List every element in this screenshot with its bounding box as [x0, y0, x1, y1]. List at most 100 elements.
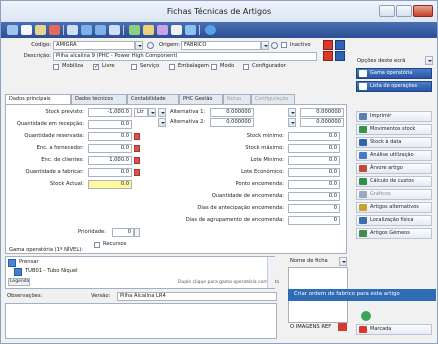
option-button[interactable]: Árvore artigo	[356, 163, 432, 174]
type-checkbox[interactable]	[93, 63, 99, 70]
mid-field-value[interactable]: 0.0	[288, 144, 340, 153]
origem-field[interactable]: FABRICO	[181, 41, 261, 50]
left-field-value[interactable]: 0.0	[88, 120, 132, 129]
origem-dropdown[interactable]	[261, 41, 269, 50]
option-button[interactable]: Gama operatória	[356, 68, 432, 79]
alternativa-value-2[interactable]: 0.000000	[300, 108, 344, 117]
alternativa-value-2[interactable]: 0.000000	[300, 118, 344, 127]
descricao-label: Descrição:	[23, 53, 51, 59]
gama-tree[interactable]: Prensar TUB01 - Tubo Níquel Legenda Dupl…	[5, 256, 279, 289]
image-delete-icon[interactable]	[338, 323, 347, 331]
marcada-button[interactable]: Marcada	[356, 324, 432, 335]
alternativa-dropdown[interactable]	[158, 108, 166, 117]
recursos-checkbox[interactable]	[94, 242, 100, 248]
type-checkbox[interactable]	[211, 64, 217, 70]
type-checkbox[interactable]	[243, 64, 249, 70]
left-field-value[interactable]: 1,000.0	[88, 156, 132, 165]
type-checkbox[interactable]	[169, 64, 175, 70]
tab-3[interactable]: PHC Gestão	[179, 94, 223, 104]
maximize-button[interactable]	[396, 5, 412, 17]
legend-button[interactable]: Legenda	[8, 278, 30, 286]
option-button[interactable]: Lista de operações	[356, 81, 432, 92]
mid-field-value[interactable]: 0.0	[288, 180, 340, 189]
calculator-icon[interactable]	[134, 145, 140, 152]
unit-field[interactable]: Ltr	[134, 108, 148, 117]
left-field-value[interactable]: 0.0	[88, 168, 132, 177]
close-button[interactable]	[413, 5, 433, 17]
alternativa-unit-dropdown[interactable]	[288, 118, 296, 127]
mid-field-value[interactable]: 0.0	[288, 192, 340, 201]
menu-icon[interactable]	[7, 25, 18, 35]
first-record-icon[interactable]	[67, 25, 78, 35]
tab-2[interactable]: Contabilidade	[127, 94, 179, 104]
versao-field[interactable]: Pilha Alcalina LR4	[117, 292, 277, 301]
search-icon[interactable]	[147, 42, 154, 49]
option-button[interactable]: Análise utilização	[356, 150, 432, 161]
copy-icon[interactable]	[171, 25, 182, 35]
left-field-label: Quantidade reservada:	[24, 133, 84, 139]
codigo-field[interactable]: AMIGRA	[53, 41, 135, 50]
mid-field-value[interactable]: 0	[288, 216, 340, 225]
prioridade-field[interactable]: 0	[112, 228, 134, 237]
tree-item[interactable]: TUB01 - Tubo Níquel	[25, 268, 78, 275]
option-button[interactable]: Imprimir	[356, 111, 432, 122]
calculator-icon[interactable]	[134, 169, 140, 176]
tree-item[interactable]: Prensar	[19, 259, 39, 266]
option-button[interactable]: Cálculo de custos	[356, 176, 432, 187]
observacoes-textarea[interactable]	[5, 303, 277, 339]
descricao-field[interactable]: Pilha alcalina 9 (PHC - Power High Compo…	[53, 52, 317, 61]
delete-icon[interactable]	[49, 25, 60, 35]
option-button[interactable]: Localização física	[356, 215, 432, 226]
option-icon	[359, 139, 367, 146]
type-checkbox[interactable]	[131, 64, 137, 70]
alternativa-unit-dropdown[interactable]	[288, 108, 296, 117]
help-icon[interactable]	[205, 25, 216, 35]
option-button[interactable]: Stock à data	[356, 137, 432, 148]
previous-record-icon[interactable]	[81, 25, 92, 35]
left-field-value[interactable]: -1,000.0	[88, 108, 132, 117]
left-field-value[interactable]: 0.0	[88, 132, 132, 141]
minimize-button[interactable]	[379, 5, 395, 17]
option-button[interactable]: Movimentos stock	[356, 124, 432, 135]
mid-field-value[interactable]: 0.0	[288, 156, 340, 165]
inactivo-checkbox[interactable]	[281, 42, 287, 48]
unit-dropdown[interactable]	[148, 108, 156, 117]
context-menu-create-production-order[interactable]: Criar ordem de fabrico para esta artigo	[288, 289, 436, 301]
flag-icon[interactable]	[323, 40, 333, 50]
alternativa-value-1[interactable]: 0.000000	[210, 118, 254, 127]
tab-1[interactable]: Dados técnicos	[71, 94, 127, 104]
info-icon[interactable]	[335, 40, 345, 50]
versao-label: Versão:	[91, 293, 111, 299]
alert-icon[interactable]	[323, 51, 333, 61]
mid-field-value[interactable]: 0.0	[288, 168, 340, 177]
last-record-icon[interactable]	[109, 25, 120, 35]
alternativa-value-1[interactable]: 0.000000	[210, 108, 254, 117]
tree-scrollbar[interactable]	[267, 257, 275, 288]
type-checkbox[interactable]	[53, 64, 59, 70]
filter-icon[interactable]	[143, 25, 154, 35]
opcoes-dropdown[interactable]	[425, 56, 433, 65]
left-field-value[interactable]: 0.0	[88, 144, 132, 153]
next-record-icon[interactable]	[95, 25, 106, 35]
language-icon[interactable]	[335, 51, 345, 61]
refresh-icon[interactable]	[185, 25, 196, 35]
mid-field-value[interactable]: 0.0	[288, 132, 340, 141]
edit-icon[interactable]	[35, 25, 46, 35]
nome-ficha-dropdown[interactable]	[339, 257, 347, 266]
mid-field-value[interactable]: 0	[288, 204, 340, 213]
alternativa-label: Alternativa 2:	[170, 119, 206, 125]
option-button[interactable]: Artigos alternativos	[356, 202, 432, 213]
option-button[interactable]: Gráficos	[356, 189, 432, 200]
calculator-icon[interactable]	[134, 157, 140, 164]
search-icon[interactable]	[129, 25, 140, 35]
tab-5: Configuração	[251, 94, 295, 104]
print-icon[interactable]	[157, 25, 168, 35]
new-record-icon[interactable]	[21, 25, 32, 35]
search-icon[interactable]	[271, 42, 278, 49]
option-button[interactable]: Artigos Gémeos	[356, 228, 432, 239]
left-field-value[interactable]: 0.0	[88, 180, 132, 189]
codigo-dropdown[interactable]	[135, 41, 143, 50]
calculator-icon[interactable]	[134, 133, 140, 140]
prioridade-spinner[interactable]	[134, 228, 140, 237]
alternativa-dropdown[interactable]	[158, 118, 166, 127]
